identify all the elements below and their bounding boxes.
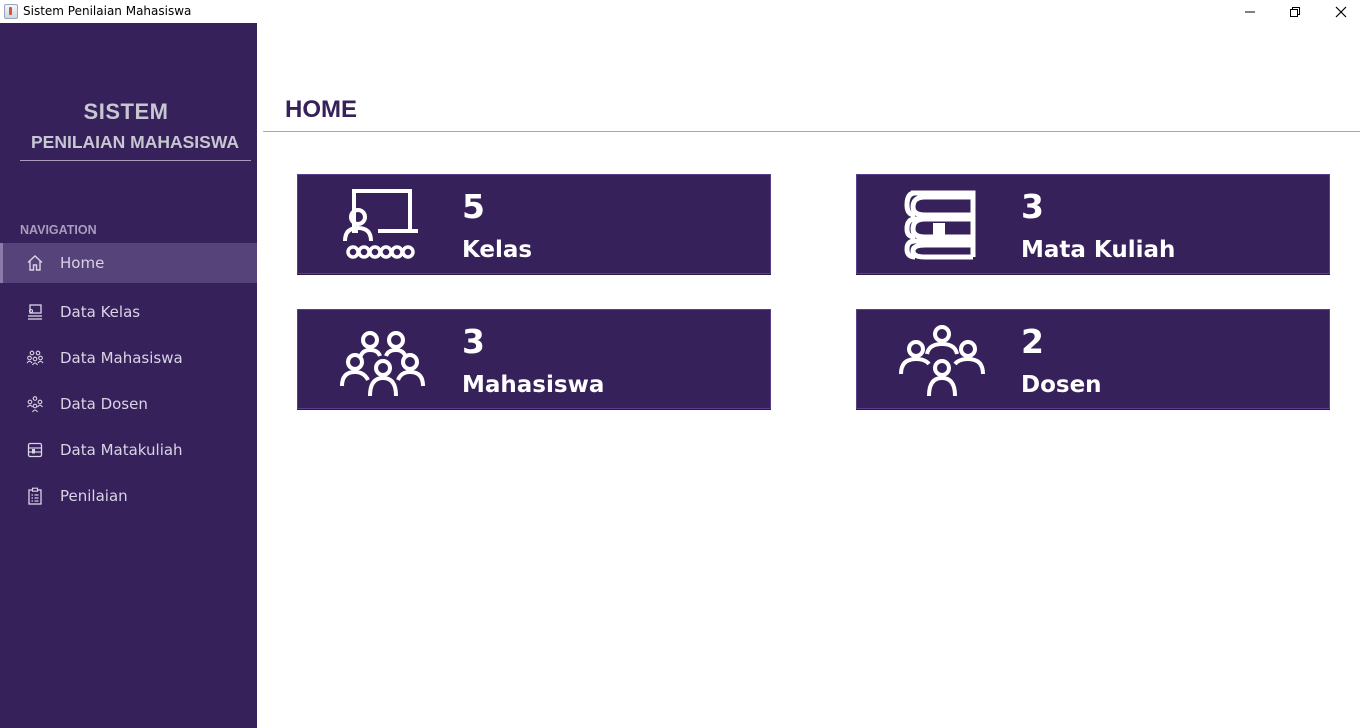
restore-icon [1290,6,1300,17]
home-icon [26,254,44,272]
clipboard-icon [26,487,44,505]
card-dosen[interactable]: 2 Dosen [856,309,1330,409]
book-icon [904,190,976,260]
sidebar-item-label: Home [60,254,105,272]
sidebar-item-penilaian[interactable]: Penilaian [0,473,257,519]
maximize-button[interactable] [1272,0,1318,23]
sidebar-item-data-mahasiswa[interactable]: Data Mahasiswa [0,335,257,381]
sidebar: SISTEM PENILAIAN MAHASISWA NAVIGATION Ho… [0,23,257,728]
dosen-label: Dosen [1021,372,1102,398]
sidebar-item-label: Data Matakuliah [60,441,183,459]
minimize-icon [1245,11,1255,12]
sidebar-item-data-matakuliah[interactable]: Data Matakuliah [0,427,257,473]
title-divider [263,131,1360,132]
course-book-icon [26,441,44,459]
card-mahasiswa[interactable]: 3 Mahasiswa [297,309,771,409]
brand-title: SISTEM [83,99,169,124]
lecturers-group-icon [899,325,985,397]
brand-divider [20,160,251,161]
lecturers-icon [26,395,44,413]
sidebar-item-label: Data Dosen [60,395,148,413]
dosen-count: 2 [1021,322,1044,361]
card-mata-kuliah[interactable]: 3 Mata Kuliah [856,174,1330,274]
mahasiswa-label: Mahasiswa [462,372,605,398]
window-title: Sistem Penilaian Mahasiswa [23,4,192,18]
window-titlebar: Sistem Penilaian Mahasiswa [0,0,1366,23]
students-group-icon [340,331,425,397]
close-button[interactable] [1318,0,1364,23]
classroom-icon [26,303,44,321]
mahasiswa-count: 3 [462,322,485,361]
nav-heading: NAVIGATION [20,223,97,237]
kelas-label: Kelas [462,237,533,263]
matkul-count: 3 [1021,187,1044,226]
sidebar-item-data-kelas[interactable]: Data Kelas [0,289,257,335]
sidebar-item-label: Data Kelas [60,303,141,321]
brand-subtitle: PENILAIAN MAHASISWA [30,132,240,152]
close-icon [1335,6,1347,17]
matkul-label: Mata Kuliah [1021,237,1176,263]
page-title: HOME [285,96,357,123]
card-kelas[interactable]: 5 Kelas [297,174,771,274]
students-icon [26,349,44,367]
kelas-count: 5 [462,187,485,226]
java-app-icon [4,4,18,19]
sidebar-item-label: Data Mahasiswa [60,349,183,367]
sidebar-item-home[interactable]: Home [0,243,257,283]
sidebar-item-data-dosen[interactable]: Data Dosen [0,381,257,427]
sidebar-item-label: Penilaian [60,487,128,505]
minimize-button[interactable] [1227,0,1273,23]
nav-list: Home Data Kelas Data Mahasiswa Data Dose… [0,243,257,519]
classroom-icon [343,189,418,259]
